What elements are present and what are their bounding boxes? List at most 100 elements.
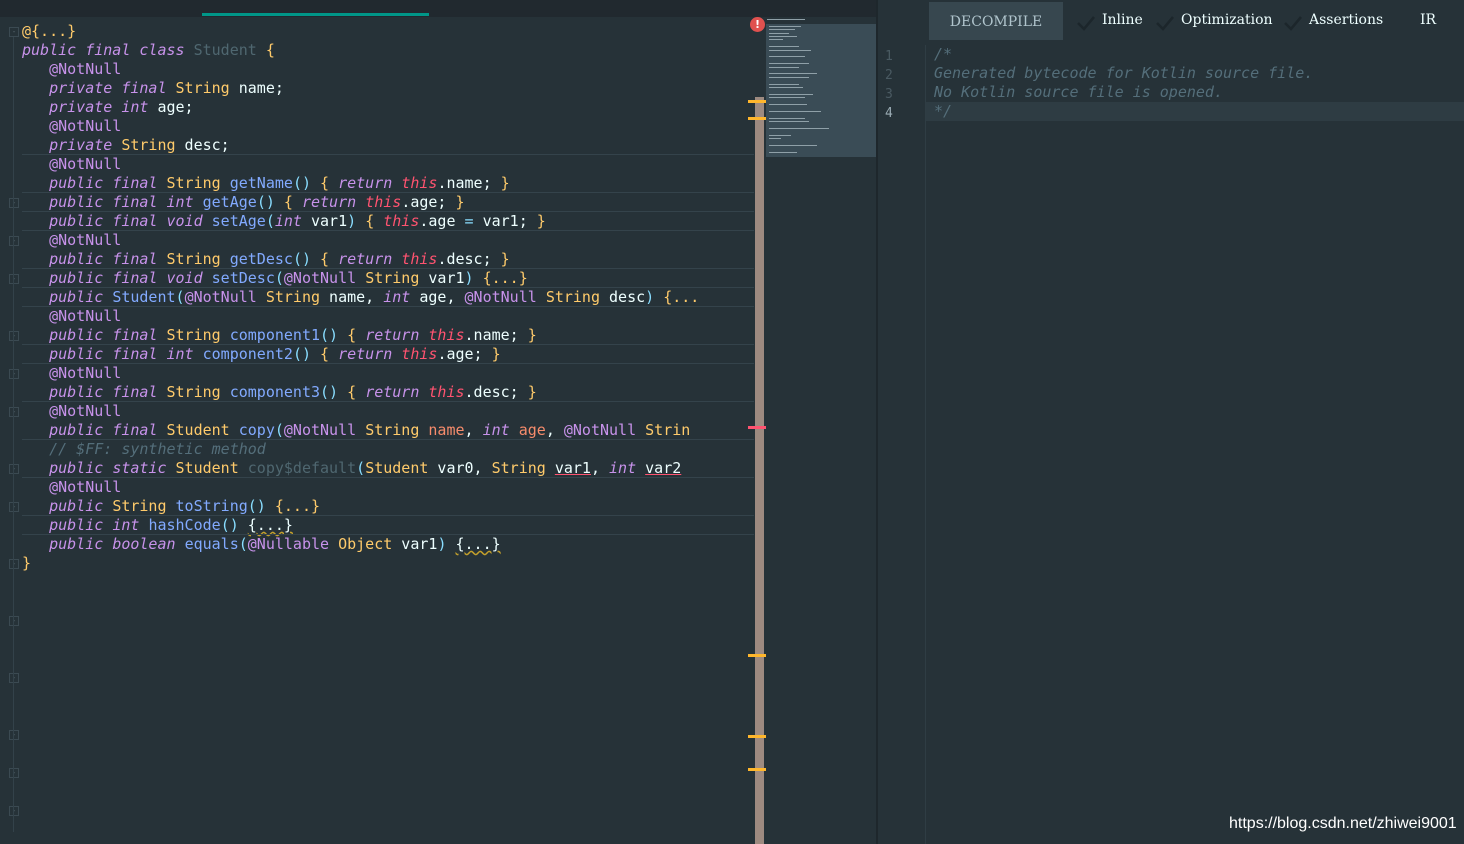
code-line[interactable]: @NotNull [22,231,121,250]
code-token: ( [274,269,284,287]
error-indicator-icon[interactable]: ! [750,17,765,32]
code-line[interactable]: @NotNull [22,402,121,421]
code-token: } [500,250,510,268]
minimap-line [769,63,809,65]
fold-toggle-icon[interactable]: - [9,502,19,512]
code-token: public [49,212,104,230]
fold-toggle-icon[interactable]: - [9,768,19,778]
fold-toggle-icon[interactable]: - [9,198,19,208]
code-token: desc; [175,136,230,154]
code-token: () [220,516,239,534]
code-line[interactable]: private String desc; [22,136,230,155]
code-token: return [338,345,393,363]
editor-scrollbar[interactable] [755,97,764,844]
code-area[interactable]: @{...} public final class Student { @NotN… [22,17,754,844]
code-line[interactable]: public int hashCode() {...} [22,516,293,535]
code-line[interactable]: private int age; [22,98,194,117]
code-line[interactable]: @NotNull [22,155,121,174]
code-line[interactable]: public String toString() {...} [22,497,320,516]
scrollbar-marker[interactable] [748,117,766,120]
method-separator [22,230,754,231]
code-token: () [292,174,311,192]
optimization-checkbox-box[interactable] [1153,11,1177,35]
code-line[interactable]: public Student(@NotNull String name, int… [22,288,699,307]
code-token: , [464,421,483,439]
code-minimap[interactable] [766,17,876,157]
code-token: , [545,421,564,439]
fold-toggle-icon[interactable]: - [9,369,19,379]
code-line[interactable]: public final String getName() { return t… [22,174,510,193]
code-line[interactable]: public final String getDesc() { return t… [22,250,510,269]
code-line[interactable]: @{...} [22,22,76,41]
code-line[interactable]: @NotNull [22,364,121,383]
minimap-viewport[interactable] [766,24,876,157]
line-number: 1 [885,49,893,64]
code-line[interactable]: @NotNull [22,307,121,326]
code-token: component1 [229,326,321,344]
code-line[interactable]: @NotNull [22,478,121,497]
code-token: final [112,345,158,363]
code-line[interactable]: public final String component3() { retur… [22,383,537,402]
fold-toggle-icon[interactable]: - [9,559,19,569]
fold-toggle-icon[interactable]: - [9,27,19,37]
code-token: this [383,212,420,230]
code-line[interactable]: public final void setDesc(@NotNull Strin… [22,269,528,288]
scrollbar-marker[interactable] [748,654,766,657]
scrollbar-marker[interactable] [748,100,766,103]
kotlin-bytecode-editor-pane[interactable]: - - - - - - - - - - - - - - - @{...}public final class… [0,0,876,844]
minimap-line [769,25,801,27]
code-line[interactable]: } [22,554,31,573]
code-token: @NotNull [283,269,357,287]
decompile-button[interactable]: DECOMPILE [929,2,1063,40]
code-line[interactable]: // $FF: synthetic method [22,440,266,459]
code-token: Object [338,535,393,553]
fold-toggle-icon[interactable]: - [9,331,19,341]
fold-toggle-icon[interactable]: - [9,407,19,417]
code-line[interactable]: @NotNull [22,117,121,136]
inline-checkbox-box[interactable] [1074,11,1098,35]
code-line[interactable]: public static Student copy$default(Stude… [22,459,681,478]
code-line[interactable]: public final int getAge() { return this.… [22,193,464,212]
code-token: final [112,212,158,230]
bytecode-text-area[interactable]: /* Generated bytecode for Kotlin source … [926,45,1464,844]
fold-toggle-icon[interactable]: - [9,464,19,474]
fold-toggle-icon[interactable]: - [9,806,19,816]
code-line[interactable]: public final void setAge(int var1) { thi… [22,212,546,231]
code-line[interactable]: public final class Student { [22,41,275,60]
code-token: getName [229,174,293,192]
code-line[interactable]: public final int component2() { return t… [22,345,501,364]
code-token: return [365,383,420,401]
scrollbar-marker[interactable] [748,768,766,771]
code-token: { [347,383,357,401]
editor-tab-strip[interactable] [0,0,876,17]
scrollbar-marker[interactable] [748,735,766,738]
assertions-checkbox-box[interactable] [1281,11,1305,35]
code-line[interactable]: public final String component1() { retur… [22,326,537,345]
code-line[interactable]: public boolean equals(@Nullable Object v… [22,535,501,554]
fold-toggle-icon[interactable]: - [9,236,19,246]
ir-checkbox-box[interactable] [1392,11,1416,35]
code-line[interactable]: private final String name; [22,79,284,98]
fold-gutter[interactable]: - - - - - - - - - - - - - - - [0,17,22,844]
code-line[interactable]: @NotNull [22,60,121,79]
code-line[interactable]: public final Student copy(@NotNull Strin… [22,421,690,440]
fold-toggle-icon[interactable]: - [9,730,19,740]
code-token: var1 [419,269,465,287]
code-token: int [609,459,637,477]
code-token: String [166,383,221,401]
fold-toggle-icon[interactable]: - [9,673,19,683]
fold-toggle-icon[interactable]: - [9,616,19,626]
scrollbar-marker[interactable] [748,426,766,429]
code-token: { [320,174,330,192]
code-token: equals [184,535,239,553]
code-token: var1 [392,535,438,553]
fold-toggle-icon[interactable]: - [9,274,19,284]
